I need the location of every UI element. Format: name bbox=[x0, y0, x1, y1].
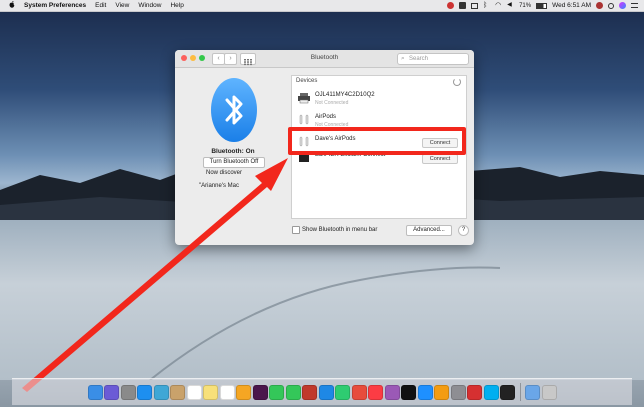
connect-button[interactable]: Connect bbox=[422, 154, 458, 164]
keynote-icon[interactable] bbox=[318, 384, 334, 400]
siri-icon[interactable] bbox=[104, 384, 119, 400]
acrobat-icon[interactable] bbox=[467, 384, 482, 400]
battery-icon[interactable] bbox=[536, 2, 548, 9]
menu-edit[interactable]: Edit bbox=[95, 2, 106, 9]
tv-icon[interactable] bbox=[401, 384, 416, 400]
bluetooth-status-label: Bluetooth: On bbox=[211, 148, 255, 155]
volume-icon[interactable]: ◀ bbox=[507, 2, 514, 9]
checkbox-box[interactable] bbox=[292, 226, 300, 234]
device-name: OJL411MY4C2D10Q2 bbox=[315, 92, 375, 98]
trash-icon[interactable] bbox=[541, 384, 557, 400]
notes-icon[interactable] bbox=[203, 384, 218, 400]
terminal-icon[interactable] bbox=[500, 384, 515, 400]
menu-help[interactable]: Help bbox=[170, 2, 183, 9]
news-icon[interactable] bbox=[351, 384, 367, 400]
contacts-icon[interactable] bbox=[170, 384, 185, 400]
slack-icon[interactable] bbox=[252, 384, 268, 400]
bluetooth-menu-icon[interactable]: ᛒ bbox=[483, 2, 490, 9]
menu-bar: System Preferences Edit View Window Help… bbox=[0, 0, 644, 12]
battery-percent[interactable]: 71% bbox=[519, 3, 531, 9]
photo-booth-icon[interactable] bbox=[302, 384, 317, 400]
spotlight-icon[interactable] bbox=[608, 2, 614, 9]
launchpad-icon[interactable] bbox=[120, 384, 136, 400]
show-in-menubar-checkbox[interactable]: Show Bluetooth in menu bar bbox=[292, 226, 377, 234]
user-icon[interactable] bbox=[596, 2, 603, 9]
airpods-icon bbox=[299, 114, 309, 125]
dropbox-icon[interactable] bbox=[459, 2, 467, 9]
searching-spinner-icon bbox=[453, 78, 461, 86]
preview-icon[interactable] bbox=[153, 384, 169, 400]
numbers-icon[interactable] bbox=[335, 384, 350, 400]
computer-name-text: "Arianne's Mac bbox=[199, 183, 239, 189]
airplay-icon[interactable] bbox=[471, 2, 479, 9]
podcasts-icon[interactable] bbox=[384, 384, 400, 400]
safari-icon[interactable] bbox=[137, 384, 152, 400]
books-icon[interactable] bbox=[434, 384, 449, 400]
show-in-menubar-label: Show Bluetooth in menu bar bbox=[302, 227, 378, 233]
device-status: Not Connected bbox=[315, 100, 349, 106]
window-titlebar: ‹ › Bluetooth ⌕ Search bbox=[175, 50, 474, 68]
search-icon: ⌕ bbox=[401, 55, 405, 62]
menu-view[interactable]: View bbox=[115, 2, 129, 9]
search-field[interactable]: ⌕ Search bbox=[397, 53, 469, 65]
dock bbox=[12, 378, 632, 405]
calendar-icon[interactable] bbox=[186, 384, 202, 400]
skype-icon[interactable] bbox=[483, 384, 499, 400]
reminders-icon[interactable] bbox=[219, 384, 235, 400]
finder-icon[interactable] bbox=[87, 384, 103, 400]
advanced-button[interactable]: Advanced... bbox=[406, 225, 452, 236]
photos-icon[interactable] bbox=[236, 384, 251, 400]
wifi-icon[interactable]: ◠ bbox=[495, 2, 502, 9]
system-preferences-icon[interactable] bbox=[450, 384, 466, 400]
dock-separator bbox=[519, 383, 521, 401]
menu-app-name[interactable]: System Preferences bbox=[24, 2, 86, 9]
music-icon[interactable] bbox=[368, 384, 383, 400]
devices-header: Devices bbox=[292, 76, 466, 88]
messages-icon[interactable] bbox=[269, 384, 284, 400]
menu-window[interactable]: Window bbox=[138, 2, 161, 9]
apple-logo-icon[interactable] bbox=[9, 1, 15, 10]
bluetooth-icon bbox=[211, 78, 257, 142]
app-store-icon[interactable] bbox=[417, 384, 433, 400]
turn-bluetooth-off-button[interactable]: Turn Bluetooth Off bbox=[203, 157, 265, 168]
help-button[interactable]: ? bbox=[458, 225, 469, 236]
facetime-icon[interactable] bbox=[285, 384, 301, 400]
notification-center-icon[interactable] bbox=[631, 3, 638, 8]
devices-header-label: Devices bbox=[296, 78, 318, 84]
annotation-highlight-box bbox=[288, 127, 466, 155]
status-area: ᛒ ◠ ◀ 71% Wed 6:51 AM bbox=[447, 2, 644, 9]
clock[interactable]: Wed 6:51 AM bbox=[552, 2, 591, 9]
search-placeholder: Search bbox=[409, 56, 429, 62]
printer-icon bbox=[298, 93, 310, 104]
siri-menu-icon[interactable] bbox=[619, 2, 626, 9]
device-row[interactable]: OJL411MY4C2D10Q2 Not Connected bbox=[292, 88, 466, 110]
discoverable-text: Now discover bbox=[206, 170, 243, 176]
device-name: AirPods bbox=[315, 114, 337, 120]
creative-cloud-icon[interactable] bbox=[447, 2, 455, 9]
folder-icon[interactable] bbox=[525, 384, 540, 400]
